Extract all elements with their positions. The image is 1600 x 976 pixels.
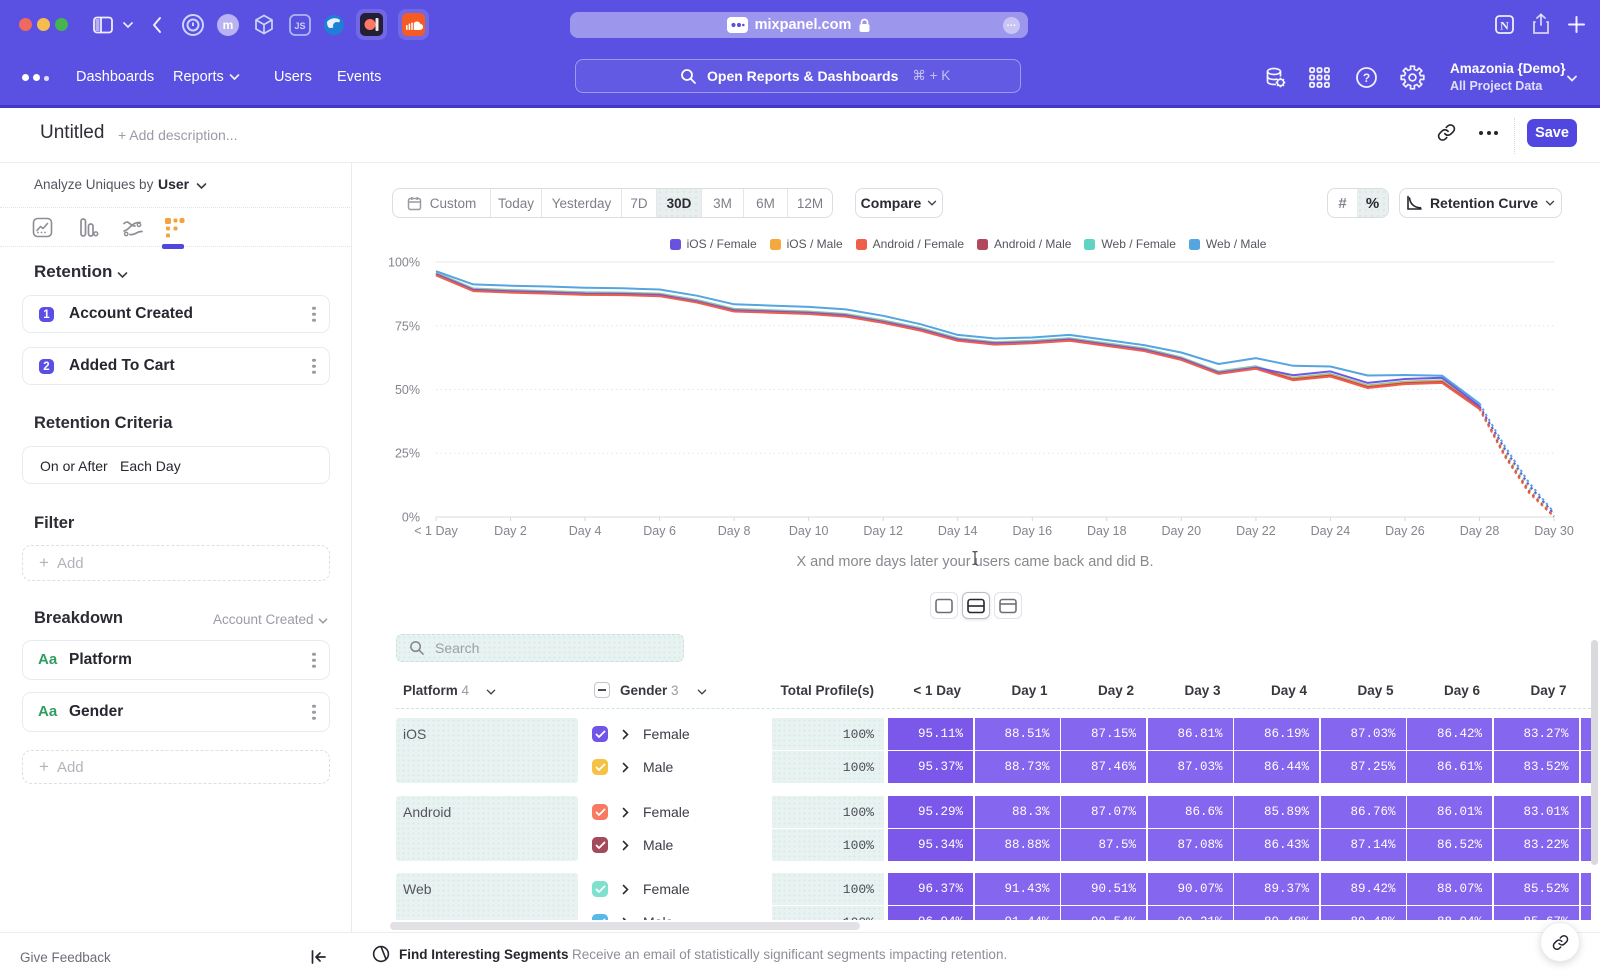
svg-text:Day 26: Day 26 [1385, 524, 1425, 538]
svg-text:75%: 75% [395, 319, 420, 333]
svg-text:Day 8: Day 8 [718, 524, 751, 538]
svg-text:Day 30: Day 30 [1534, 524, 1574, 538]
svg-text:Day 12: Day 12 [863, 524, 903, 538]
svg-text:50%: 50% [395, 383, 420, 397]
svg-text:100%: 100% [388, 256, 420, 270]
svg-text:JS: JS [294, 21, 305, 31]
svg-text:Day 28: Day 28 [1460, 524, 1500, 538]
svg-text:25%: 25% [395, 447, 420, 461]
svg-text:Day 14: Day 14 [938, 524, 978, 538]
svg-text:Day 6: Day 6 [643, 524, 676, 538]
svg-text:Day 2: Day 2 [494, 524, 527, 538]
svg-text:Day 20: Day 20 [1161, 524, 1201, 538]
svg-text:N: N [1500, 19, 1509, 33]
svg-text:?: ? [1363, 71, 1370, 85]
svg-text:Day 16: Day 16 [1012, 524, 1052, 538]
svg-text:Day 18: Day 18 [1087, 524, 1127, 538]
svg-text:< 1 Day: < 1 Day [414, 524, 458, 538]
svg-text:Day 10: Day 10 [789, 524, 829, 538]
svg-text:Day 22: Day 22 [1236, 524, 1276, 538]
svg-text:Day 24: Day 24 [1311, 524, 1351, 538]
svg-text:0%: 0% [402, 511, 420, 525]
svg-text:Day 4: Day 4 [569, 524, 602, 538]
